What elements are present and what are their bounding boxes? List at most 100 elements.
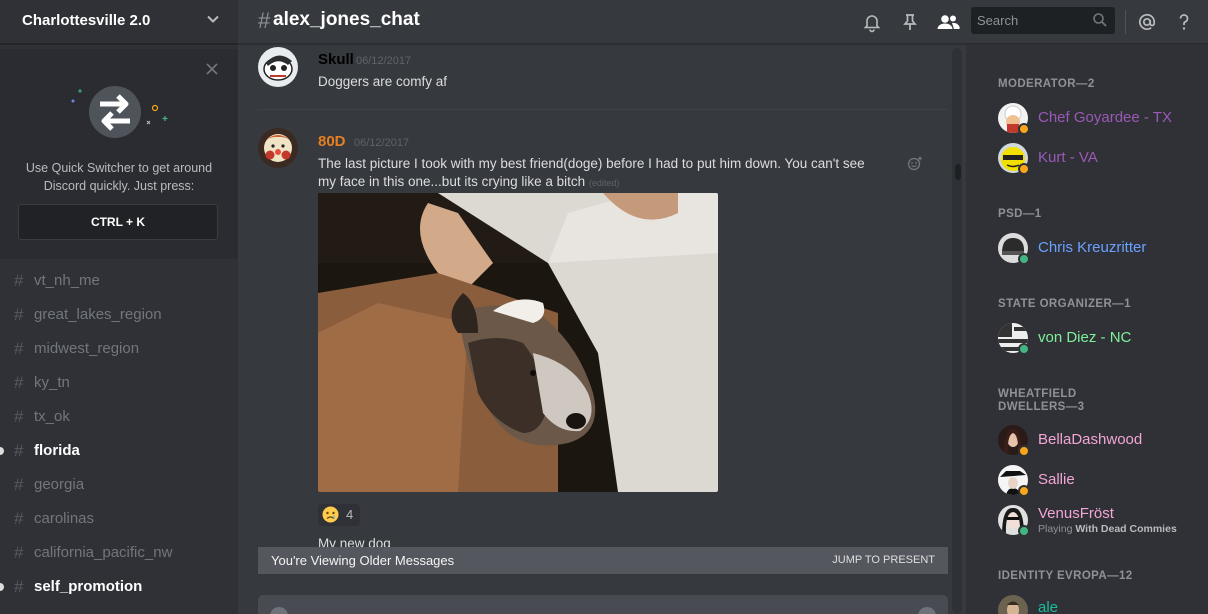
avatar[interactable] (258, 128, 298, 168)
search-box[interactable] (971, 7, 1115, 34)
server-header[interactable]: Charlottesville 2.0 (0, 0, 238, 44)
quick-switcher-text: Use Quick Switcher to get around Discord… (10, 159, 228, 195)
member-name: Chef Goyardee - TX (1038, 109, 1172, 126)
channel-vt-nh-me[interactable]: # vt_nh_me (0, 267, 238, 295)
older-messages-label: You're Viewing Older Messages (271, 553, 455, 568)
bell-icon[interactable] (861, 11, 883, 33)
status-online-indicator (1018, 253, 1030, 265)
mention-icon[interactable] (1136, 11, 1158, 33)
dog-photo-image (318, 193, 718, 492)
emoji-picker-icon[interactable] (918, 607, 936, 614)
close-icon[interactable] (205, 62, 219, 76)
messages-scrollbar[interactable] (952, 48, 962, 614)
avatar (998, 595, 1028, 614)
message-composer[interactable] (258, 595, 948, 614)
unread-indicator (0, 583, 4, 591)
role-header: WHEATFIELD DWELLERS—3 (998, 388, 1084, 414)
help-icon[interactable] (1173, 11, 1195, 33)
channel-georgia[interactable]: # georgia (0, 471, 238, 499)
unread-indicator (0, 447, 4, 455)
hash-icon: # (14, 305, 24, 324)
members-icon[interactable] (935, 11, 961, 33)
channel-hash-icon: # (258, 8, 271, 33)
member-item[interactable]: von Diez - NC (998, 323, 1208, 359)
message-separator (258, 109, 948, 110)
avatar[interactable] (258, 47, 298, 87)
messages-pane: Skull 06/12/2017 Doggers are comfy af 80… (238, 45, 960, 614)
status-online-indicator (1018, 525, 1030, 537)
channel-label: vt_nh_me (34, 272, 100, 289)
member-activity: Playing With Dead Commies (1038, 523, 1177, 535)
message-author[interactable]: 80D (318, 133, 346, 150)
channel-label: great_lakes_region (34, 306, 162, 323)
crying-face-icon (322, 506, 339, 523)
reaction-count: 4 (346, 507, 354, 522)
reaction-chip[interactable]: 4 (318, 504, 360, 526)
upload-plus-icon[interactable] (270, 607, 288, 614)
quick-switcher-tip: Use Quick Switcher to get around Discord… (0, 49, 238, 259)
channel-label: ky_tn (34, 374, 70, 391)
channel-label: tx_ok (34, 408, 70, 425)
skull-avatar-icon (258, 47, 298, 87)
channel-sidebar: Charlottesville 2.0 Use Quick Switcher t… (0, 0, 238, 614)
member-name: Chris Kreuzritter (1038, 239, 1147, 256)
edited-tag: (edited) (588, 178, 620, 188)
member-item[interactable]: VenusFröst Playing With Dead Commies (998, 505, 1208, 541)
message-text: The last picture I took with my best fri… (318, 155, 918, 192)
channel-label: midwest_region (34, 340, 140, 357)
message-line: my face in this one...but its crying lik… (318, 173, 918, 192)
member-item[interactable]: Sallie (998, 465, 1208, 501)
message-text: Doggers are comfy af (318, 74, 448, 89)
add-reaction-icon[interactable] (907, 155, 923, 171)
channel-great-lakes-region[interactable]: # great_lakes_region (0, 301, 238, 329)
quick-switcher-illustration-icon (71, 86, 168, 138)
role-header: IDENTITY EVROPA—12 (998, 570, 1133, 582)
member-item[interactable]: Chris Kreuzritter (998, 233, 1208, 269)
hash-icon: # (14, 339, 24, 358)
channel-label: florida (34, 442, 80, 459)
channel-ky-tn[interactable]: # ky_tn (0, 369, 238, 397)
status-idle-indicator (1018, 123, 1030, 135)
activity-prefix: Playing (1038, 523, 1076, 535)
discord-window: Charlottesville 2.0 Use Quick Switcher t… (0, 0, 1208, 614)
hash-icon: # (14, 475, 24, 494)
message-author[interactable]: Skull (318, 51, 354, 68)
dog-photo-attachment[interactable] (318, 193, 718, 492)
member-name: ale (1038, 599, 1059, 614)
hash-icon: # (14, 509, 24, 528)
role-header: MODERATOR—2 (998, 78, 1095, 90)
channel-carolinas[interactable]: # carolinas (0, 505, 238, 533)
status-idle-indicator (1018, 445, 1030, 457)
chat-header: # alex_jones_chat (238, 0, 1208, 44)
member-item[interactable]: Kurt - VA (998, 143, 1208, 179)
channel-california-pacific-nw[interactable]: # california_pacific_nw (0, 539, 238, 567)
member-name: BellaDashwood (1038, 431, 1143, 448)
channel-label: self_promotion (34, 578, 143, 595)
channel-florida[interactable]: # florida (0, 437, 238, 465)
server-name: Charlottesville 2.0 (22, 12, 151, 29)
member-item[interactable]: Chef Goyardee - TX (998, 103, 1208, 139)
older-messages-bar[interactable]: You're Viewing Older Messages JUMP TO PR… (258, 547, 948, 574)
hash-icon: # (14, 577, 24, 596)
pin-icon[interactable] (899, 11, 921, 33)
quick-switcher-shortcut-button[interactable]: CTRL + K (18, 204, 218, 240)
role-header-line1: WHEATFIELD (998, 388, 1077, 400)
header-divider (1125, 10, 1126, 34)
messages-scrollbar-thumb[interactable] (955, 164, 961, 180)
jump-to-present-button[interactable]: JUMP TO PRESENT (832, 554, 935, 566)
activity-name: With Dead Commies (1075, 523, 1177, 535)
channel-tx-ok[interactable]: # tx_ok (0, 403, 238, 431)
quick-switcher-text-line1: Use Quick Switcher to get around (25, 161, 213, 175)
search-icon[interactable] (1092, 12, 1108, 28)
role-header-line2: DWELLERS—3 (998, 401, 1085, 413)
chevron-down-icon[interactable] (206, 12, 220, 26)
member-item[interactable]: ale (998, 595, 1208, 614)
member-name: von Diez - NC (1038, 329, 1132, 346)
member-item[interactable]: BellaDashwood (998, 425, 1208, 461)
search-input[interactable] (971, 7, 1091, 34)
channel-title: alex_jones_chat (273, 9, 420, 30)
channel-self-promotion[interactable]: # self_promotion (0, 573, 238, 601)
channel-midwest-region[interactable]: # midwest_region (0, 335, 238, 363)
man-portrait-avatar-icon (998, 595, 1028, 614)
quick-switcher-text-line2: Discord quickly. Just press: (43, 179, 195, 193)
